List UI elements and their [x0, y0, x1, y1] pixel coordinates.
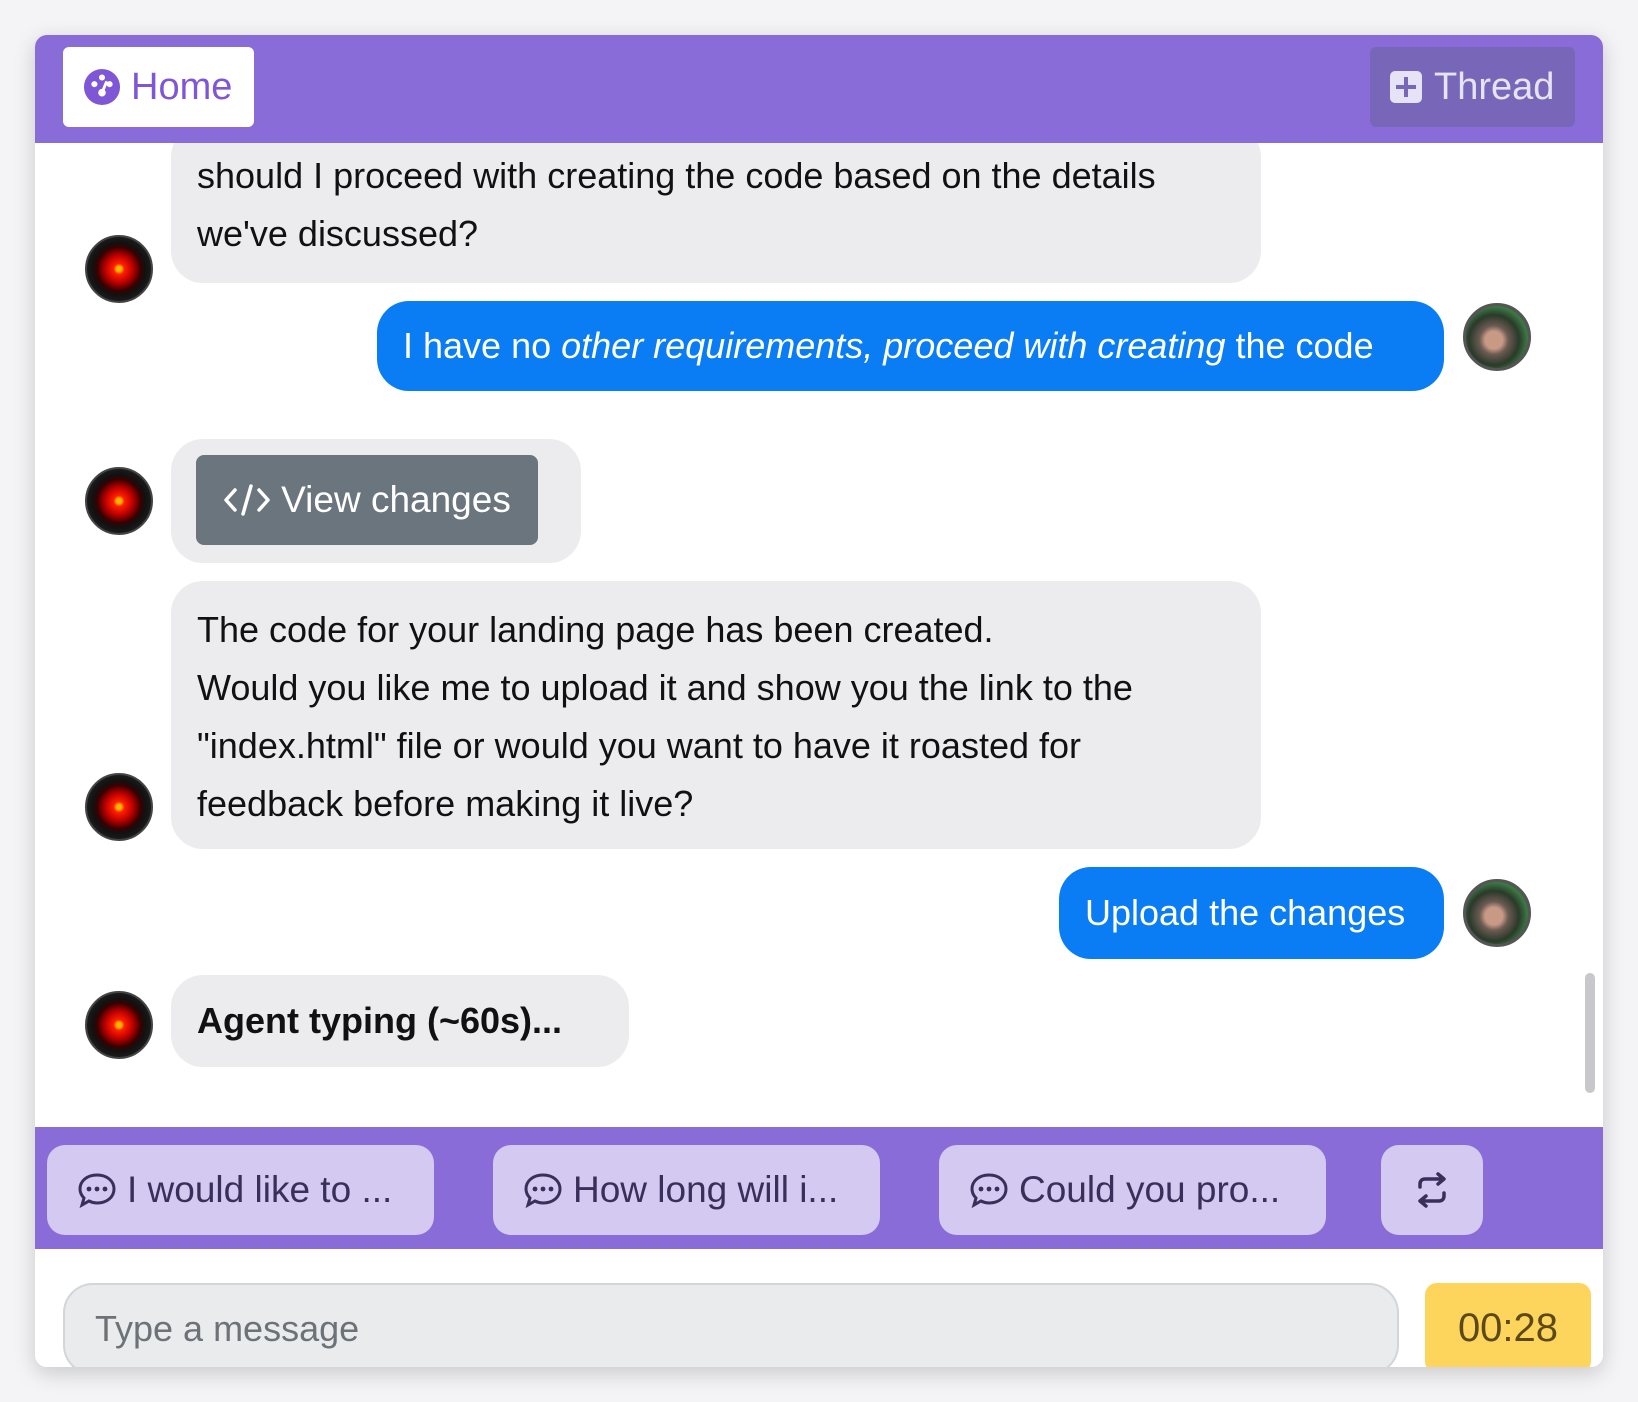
dashboard-icon [83, 68, 121, 106]
chat-window: Home Thread should I proceed with creati… [35, 35, 1603, 1367]
suggestion-bar: I would like to ... How long will i... C… [35, 1127, 1603, 1249]
suggestion-chip[interactable]: Could you pro... [939, 1145, 1326, 1235]
message-line: "index.html" file or would you want to h… [197, 725, 1082, 766]
code-icon [224, 484, 270, 516]
plus-square-icon [1390, 71, 1422, 103]
message-text-prefix: I have no [403, 325, 562, 366]
new-thread-button[interactable]: Thread [1370, 47, 1575, 127]
agent-message: The code for your landing page has been … [171, 581, 1261, 849]
suggestion-label: I would like to ... [127, 1169, 393, 1210]
chat-bubble-icon [524, 1173, 562, 1209]
user-avatar [1463, 879, 1531, 947]
view-changes-button[interactable]: View changes [196, 455, 538, 545]
message-line: feedback before making it live? [197, 783, 694, 824]
message-input-placeholder: Type a message [95, 1308, 360, 1349]
message-input[interactable]: Type a message [63, 1283, 1399, 1367]
agent-avatar [85, 991, 153, 1059]
message-text-emphasis: other requirements, proceed with creatin… [561, 325, 1226, 366]
message-list[interactable]: should I proceed with creating the code … [35, 143, 1603, 1127]
message-line: Would you like me to upload it and show … [197, 667, 1133, 708]
chat-bubble-icon [970, 1173, 1008, 1209]
agent-message: should I proceed with creating the code … [171, 143, 1261, 283]
message-text: Upload the changes [1085, 892, 1406, 933]
message-text-suffix: the code [1225, 325, 1374, 366]
suggestion-chip[interactable]: How long will i... [493, 1145, 880, 1235]
user-message: I have no other requirements, proceed wi… [377, 301, 1444, 391]
agent-message: View changes [171, 439, 581, 563]
scrollbar[interactable] [1585, 973, 1595, 1093]
suggestion-chip[interactable]: I would like to ... [47, 1145, 434, 1235]
message-line: we've discussed? [197, 213, 479, 254]
typing-indicator: Agent typing (~60s)... [171, 975, 629, 1067]
message-line: should I proceed with creating the code … [197, 155, 1156, 196]
user-avatar [1463, 303, 1531, 371]
home-label: Home [131, 65, 233, 108]
header-bar: Home Thread [35, 35, 1603, 143]
view-changes-label: View changes [281, 479, 511, 520]
chat-bubble-icon [78, 1173, 116, 1209]
repeat-icon [1418, 1172, 1446, 1208]
user-message: Upload the changes [1059, 867, 1444, 959]
typing-text: Agent typing (~60s)... [197, 1000, 563, 1041]
refresh-suggestions-button[interactable] [1381, 1145, 1483, 1235]
timer-badge: 00:28 [1425, 1283, 1591, 1367]
agent-avatar [85, 235, 153, 303]
suggestion-label: How long will i... [573, 1169, 839, 1210]
timer-value: 00:28 [1457, 1305, 1559, 1350]
composer: Type a message 00:28 [35, 1249, 1603, 1367]
agent-avatar [85, 467, 153, 535]
agent-avatar [85, 773, 153, 841]
suggestion-label: Could you pro... [1019, 1169, 1281, 1210]
thread-label: Thread [1434, 65, 1555, 108]
home-button[interactable]: Home [63, 47, 254, 127]
message-line: The code for your landing page has been … [197, 609, 994, 650]
